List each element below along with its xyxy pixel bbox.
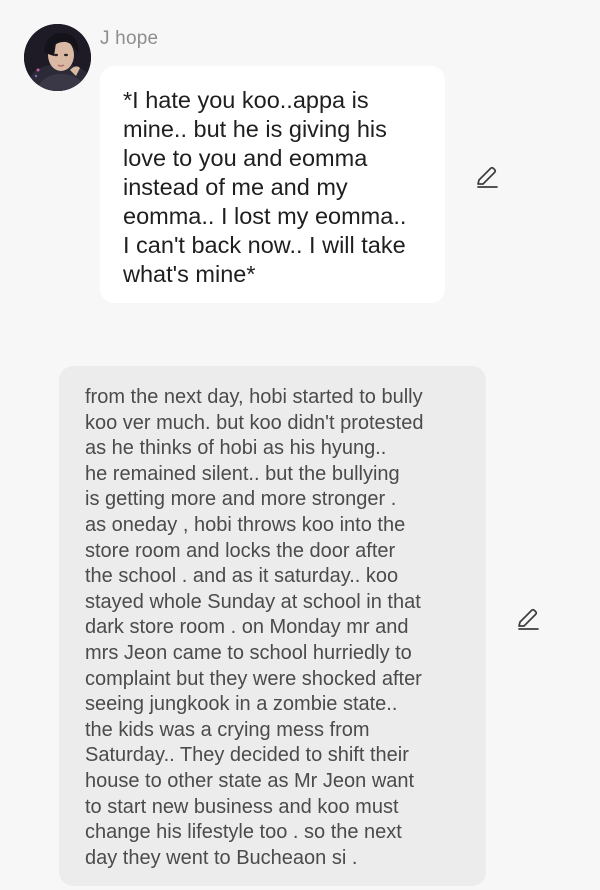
- narration-bubble: from the next day, hobi started to bully…: [59, 366, 486, 886]
- edit-message-button[interactable]: [474, 164, 500, 190]
- edit-narration-button[interactable]: [515, 606, 541, 632]
- narration-text: from the next day, hobi started to bully…: [85, 386, 424, 869]
- pencil-edit-icon: [518, 608, 539, 630]
- avatar-photo: [24, 24, 91, 91]
- pencil-edit-icon: [477, 166, 498, 188]
- message-text: *I hate you koo..appa is mine.. but he i…: [123, 87, 407, 287]
- sender-name: J hope: [100, 28, 159, 49]
- message-bubble: *I hate you koo..appa is mine.. but he i…: [100, 66, 445, 303]
- sender-avatar[interactable]: [24, 24, 91, 91]
